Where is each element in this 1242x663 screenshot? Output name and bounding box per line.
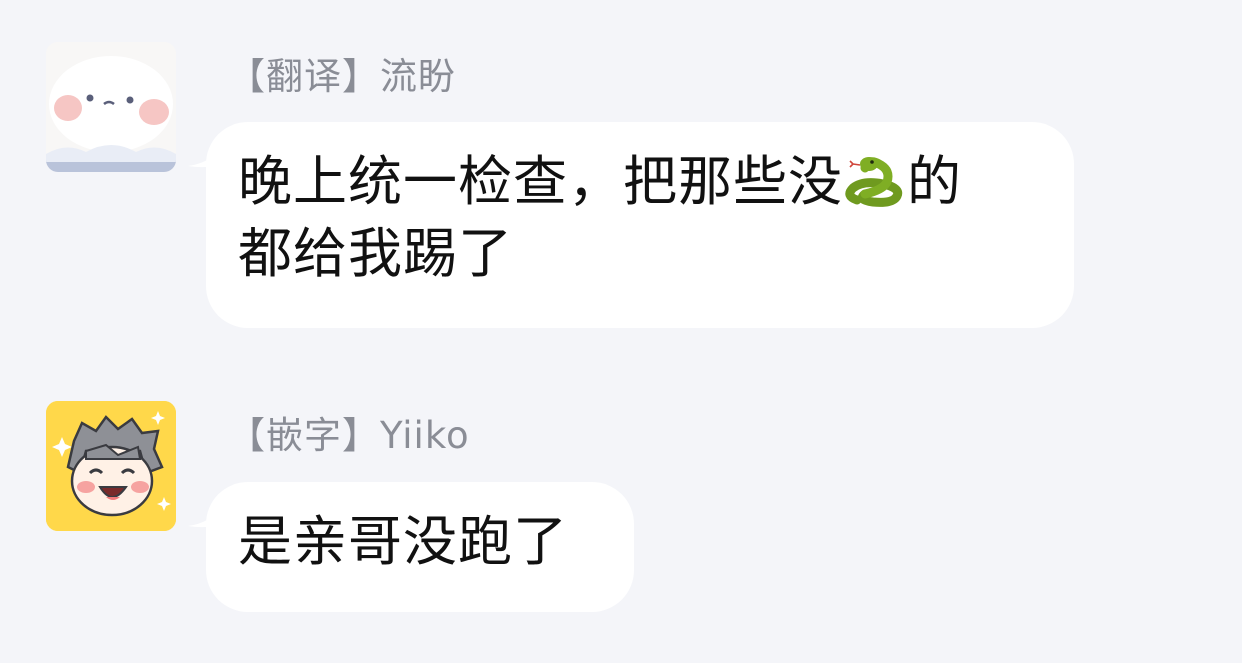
white-fluffy-cat-avatar[interactable] (46, 42, 176, 172)
message-text-line-2: 都给我踢了 (238, 222, 513, 285)
sender-name: 【翻译】流盼 (228, 55, 456, 98)
snake-emoji-icon (843, 152, 907, 222)
message-bubble[interactable]: 晚上统一检查，把那些没 的 都给我踢了 (206, 122, 1074, 328)
cartoon-boy-avatar[interactable] (46, 401, 176, 531)
message-text-line-1: 晚上统一检查，把那些没 的 (238, 150, 1042, 222)
sender-name: 【嵌字】Yiiko (228, 414, 470, 457)
chat-view: 【翻译】流盼 晚上统一检查，把那些没 的 都给我踢了 【嵌字】Yiiko 是亲哥… (0, 0, 1242, 663)
message-text: 是亲哥没跑了 (238, 510, 568, 573)
message-bubble[interactable]: 是亲哥没跑了 (206, 482, 634, 612)
